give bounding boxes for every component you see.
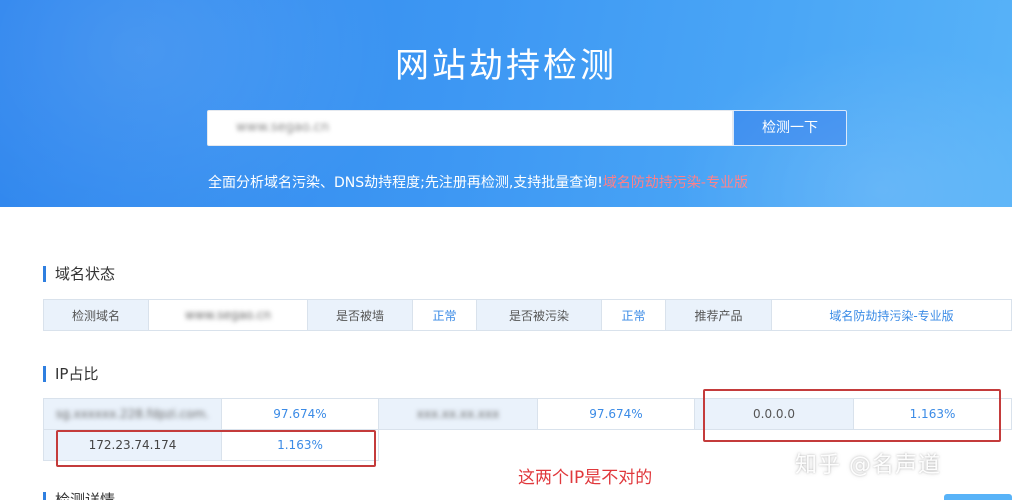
ip-cell: xxx.xx.xx.xxx bbox=[378, 398, 538, 430]
domain-search-input[interactable]: www.segao.cn bbox=[207, 110, 733, 146]
banner-description: 全面分析域名污染、DNS劫持程度;先注册再检测,支持批量查询!域名防劫持污染-专… bbox=[208, 172, 748, 192]
polluted-label: 是否被污染 bbox=[476, 299, 602, 331]
corner-button[interactable] bbox=[944, 494, 1012, 500]
hero-banner: 网站劫持检测 www.segao.cn 检测一下 全面分析域名污染、DNS劫持程… bbox=[0, 0, 1012, 207]
highlight-box-0000 bbox=[703, 389, 1001, 442]
ip-text: sg.xxxxxx.228.fdpzi.com. bbox=[55, 407, 210, 421]
polluted-value: 正常 bbox=[601, 299, 666, 331]
domain-value: www.segao.cn bbox=[148, 299, 308, 331]
highlight-box-172 bbox=[56, 430, 376, 467]
domain-value-text: www.segao.cn bbox=[185, 308, 271, 322]
section-title-details: 检测详情 bbox=[43, 492, 115, 500]
ratio-cell: 97.674% bbox=[221, 398, 379, 430]
table-row: 检测域名 www.segao.cn 是否被墙 正常 是否被污染 正常 推荐产品 … bbox=[43, 299, 1012, 331]
blocked-label: 是否被墙 bbox=[307, 299, 413, 331]
section-title-ip-ratio: IP占比 bbox=[43, 366, 98, 382]
blocked-value: 正常 bbox=[412, 299, 477, 331]
product-label: 推荐产品 bbox=[665, 299, 772, 331]
pro-version-link[interactable]: 域名防劫持污染-专业版 bbox=[603, 175, 748, 191]
ip-cell: sg.xxxxxx.228.fdpzi.com. bbox=[43, 398, 222, 430]
annotation-text: 这两个IP是不对的 bbox=[518, 468, 653, 488]
ratio-cell: 97.674% bbox=[537, 398, 695, 430]
ip-text: xxx.xx.xx.xxx bbox=[416, 407, 500, 421]
check-button[interactable]: 检测一下 bbox=[733, 110, 847, 146]
watermark: 知乎 @名声道 bbox=[795, 453, 941, 478]
search-input-value: www.segao.cn bbox=[236, 120, 330, 135]
product-link[interactable]: 域名防劫持污染-专业版 bbox=[771, 299, 1012, 331]
section-title-domain-status: 域名状态 bbox=[43, 266, 115, 282]
domain-status-table: 检测域名 www.segao.cn 是否被墙 正常 是否被污染 正常 推荐产品 … bbox=[43, 299, 1012, 331]
domain-label: 检测域名 bbox=[43, 299, 149, 331]
page-title: 网站劫持检测 bbox=[395, 46, 617, 86]
description-text: 全面分析域名污染、DNS劫持程度;先注册再检测,支持批量查询! bbox=[208, 175, 603, 191]
